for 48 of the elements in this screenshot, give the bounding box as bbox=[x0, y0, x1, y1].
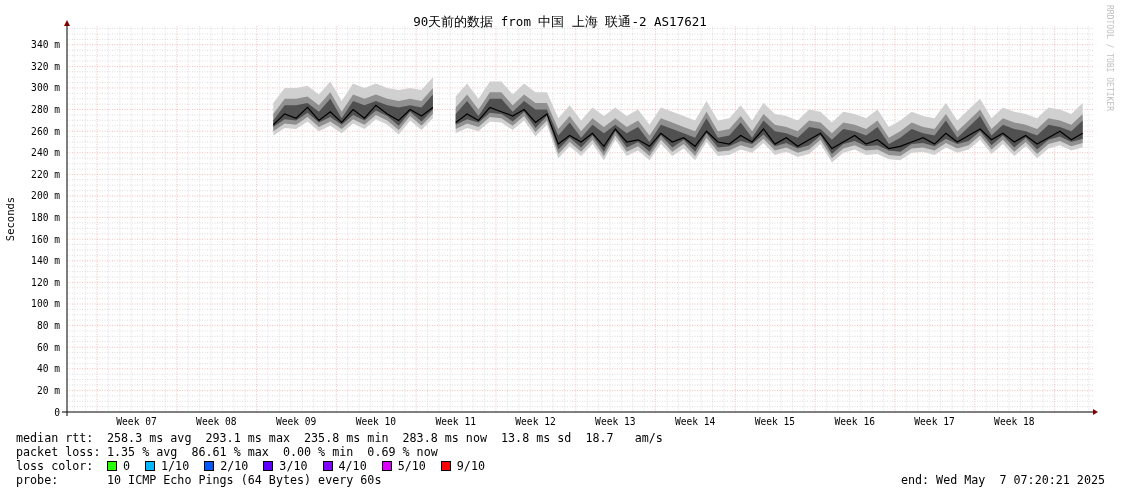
y-tick-label: 300 m bbox=[31, 82, 60, 94]
y-axis-label: Seconds bbox=[4, 196, 16, 242]
y-tick-label: 220 m bbox=[31, 168, 60, 180]
y-tick-label: 320 m bbox=[31, 60, 60, 72]
y-tick-label: 340 m bbox=[31, 39, 60, 51]
legend-item-label: 5/10 bbox=[397, 459, 426, 473]
stat-values: 1.35 % avg 86.61 % max 0.00 % min 0.69 % now bbox=[107, 445, 438, 459]
stat-label: median rtt: bbox=[16, 431, 95, 445]
y-tick-label: 140 m bbox=[31, 255, 60, 267]
chart-title: 90天前的数据 from 中国 上海 联通-2 AS17621 bbox=[413, 14, 707, 29]
stat-values: 258.3 ms avg 293.1 ms max 235.8 ms min 283.8 ms now 13.8 ms sd 18.7 am/s bbox=[107, 431, 663, 445]
y-tick-label: 60 m bbox=[36, 341, 60, 353]
x-tick-label: Week 11 bbox=[435, 416, 476, 427]
y-tick-label: 160 m bbox=[31, 233, 60, 245]
y-tick-label: 280 m bbox=[31, 104, 60, 116]
x-tick-label: Week 07 bbox=[116, 416, 157, 427]
probe-label: probe: bbox=[16, 473, 60, 487]
y-tick-label: 240 m bbox=[31, 147, 60, 159]
legend-item-label: 4/10 bbox=[338, 459, 367, 473]
legend-item-label: 1/10 bbox=[161, 459, 190, 473]
stat-label: packet loss: bbox=[16, 445, 102, 459]
y-tick-label: 120 m bbox=[31, 276, 60, 288]
y-tick-label: 20 m bbox=[36, 384, 60, 396]
y-tick-label: 260 m bbox=[31, 125, 60, 137]
x-tick-label: Week 09 bbox=[275, 416, 317, 427]
x-tick-label: Week 12 bbox=[515, 416, 556, 427]
x-tick-label: Week 16 bbox=[834, 416, 875, 427]
x-tick-label: Week 08 bbox=[196, 416, 237, 427]
legend-item-label: 9/10 bbox=[456, 459, 485, 473]
y-tick-label: 200 m bbox=[31, 190, 60, 202]
credit-text: RRDTOOL / TOBI OETIKER bbox=[1105, 5, 1114, 111]
x-tick-label: Week 13 bbox=[595, 416, 636, 427]
legend-label: loss color: bbox=[16, 459, 95, 473]
probe-value: 10 ICMP Echo Pings (64 Bytes) every 60s bbox=[107, 473, 382, 487]
x-tick-label: Week 17 bbox=[914, 416, 955, 427]
y-tick-label: 180 m bbox=[31, 212, 60, 224]
x-tick-label: Week 18 bbox=[994, 416, 1035, 427]
y-tick-label: 80 m bbox=[36, 320, 60, 332]
x-tick-label: Week 15 bbox=[754, 416, 796, 427]
end-time: end: Wed May 7 07:20:21 2025 bbox=[900, 473, 1105, 487]
legend-item-label: 3/10 bbox=[279, 459, 308, 473]
y-tick-label: 0 bbox=[54, 406, 60, 418]
y-tick-label: 100 m bbox=[31, 298, 60, 310]
legend-item-label: 0 bbox=[123, 459, 131, 473]
legend-item-label: 2/10 bbox=[220, 459, 249, 473]
x-tick-label: Week 10 bbox=[355, 416, 397, 427]
y-tick-label: 40 m bbox=[36, 363, 60, 375]
x-tick-label: Week 14 bbox=[674, 416, 716, 427]
